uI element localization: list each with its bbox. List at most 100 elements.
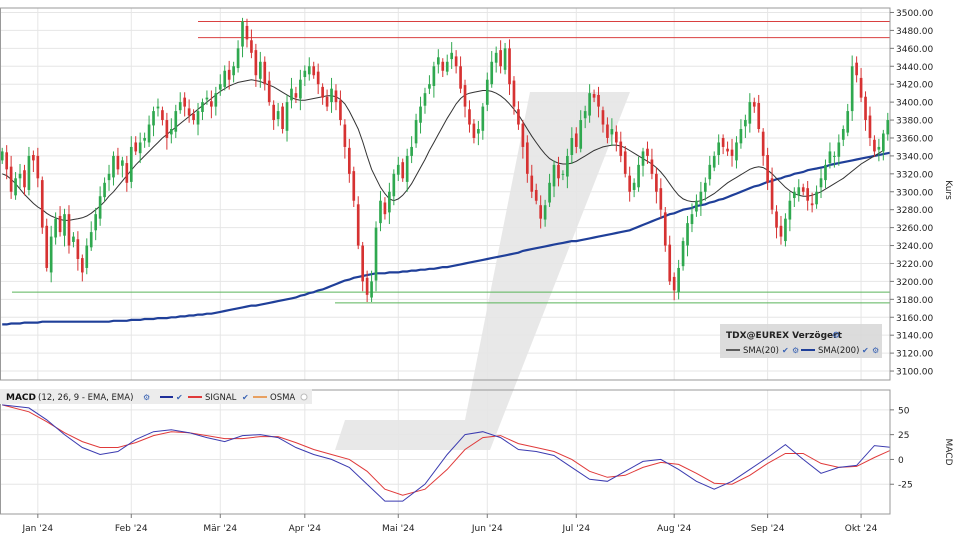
candle-body <box>663 212 667 246</box>
legend-sma20-settings-icon[interactable]: ⚙ <box>792 346 799 355</box>
candle-body <box>276 111 280 120</box>
candle-body <box>379 200 382 224</box>
candle-body <box>868 115 872 138</box>
candle-body <box>512 80 516 107</box>
candle-body <box>401 162 405 179</box>
candle-body <box>597 94 600 107</box>
candle-body <box>708 164 712 180</box>
candle-body <box>129 146 133 182</box>
candle-body <box>147 124 151 143</box>
candle-body <box>703 182 707 192</box>
x-tick-label: Jun '24 <box>471 524 503 534</box>
price-tick-label: 3280.00 <box>896 206 933 216</box>
legend-osma-toggle-icon[interactable] <box>300 393 308 401</box>
candle-body <box>169 129 173 135</box>
candle-body <box>223 70 227 87</box>
candle-body <box>103 182 106 198</box>
candle-body <box>503 48 507 70</box>
candle-body <box>32 155 35 161</box>
candle-body <box>517 109 520 125</box>
legend-sma20-check-icon[interactable]: ✔ <box>782 346 789 355</box>
candle-body <box>27 155 31 190</box>
legend-macd-check-icon[interactable]: ✔ <box>176 393 183 402</box>
candle-body <box>752 102 756 107</box>
candle-body <box>841 129 845 140</box>
chart-svg: 3100.00 3120.00 3140.00 3160.00 3180.00 3200.… <box>0 7 953 534</box>
candle-body <box>414 120 418 144</box>
candle-body <box>410 146 413 156</box>
candle-body <box>165 120 169 138</box>
legend-sma200-settings-icon[interactable]: ⚙ <box>872 346 879 355</box>
candle-body <box>477 129 480 134</box>
candle-body <box>686 223 689 246</box>
price-tick-label: 3180.00 <box>896 296 933 306</box>
candle-body <box>850 66 854 112</box>
price-tick-label: 3460.00 <box>896 45 933 55</box>
candle-body <box>761 131 765 156</box>
candle-body <box>254 50 258 76</box>
candle-body <box>72 236 75 242</box>
candle-body <box>485 79 489 105</box>
candle-body <box>623 151 627 174</box>
price-tick-label: 3320.00 <box>896 170 933 180</box>
legend-sma200-check-icon[interactable]: ✔ <box>862 346 869 355</box>
macd-legend: MACD (12, 26, 9 - EMA, EMA) ⚙ ✔ SIGNAL ✔… <box>0 389 312 404</box>
x-tick-label: Jul '24 <box>561 524 590 534</box>
candle-body <box>450 52 454 60</box>
candle-body <box>334 90 338 103</box>
candle-body <box>566 155 569 177</box>
candle-body <box>107 173 111 181</box>
candle-body <box>543 205 547 220</box>
x-tick-label: Aug '24 <box>657 524 692 534</box>
candle-body <box>574 133 578 147</box>
legend-signal-check-icon[interactable]: ✔ <box>242 393 249 402</box>
candle-body <box>881 133 885 152</box>
macd-tick-label: 25 <box>898 431 909 441</box>
candle-body <box>815 191 818 205</box>
candle-body <box>67 214 71 246</box>
candle-body <box>218 84 222 90</box>
candle-body <box>214 93 218 107</box>
x-tick-label: Okt '24 <box>845 524 878 534</box>
candle-body <box>792 191 796 199</box>
candle-body <box>330 88 333 103</box>
candle-body <box>797 187 801 196</box>
candle-body <box>632 182 636 190</box>
candle-body <box>54 218 57 238</box>
candle-body <box>646 148 649 156</box>
candle-body <box>267 80 271 103</box>
candle-body <box>347 147 351 174</box>
price-tick-label: 3160.00 <box>896 314 933 324</box>
candle-body <box>583 111 587 119</box>
candle-body <box>828 151 832 164</box>
candle-body <box>374 227 378 281</box>
candle-body <box>561 173 565 175</box>
candle-body <box>859 77 863 98</box>
candle-body <box>263 61 267 85</box>
candle-body <box>757 103 761 130</box>
price-tick-label: 3120.00 <box>896 350 933 360</box>
candle-body <box>352 171 356 201</box>
candle-body <box>5 152 9 170</box>
macd-settings-icon[interactable]: ⚙ <box>143 393 150 402</box>
candle-body <box>9 166 13 192</box>
candle-body <box>877 146 881 150</box>
candle-body <box>744 120 747 127</box>
candle-body <box>14 178 17 196</box>
candle-body <box>739 129 743 144</box>
candle-body <box>156 106 160 109</box>
instrument-settings-icon[interactable]: ⚙ <box>832 331 840 341</box>
candle-body <box>356 204 360 246</box>
candle-body <box>241 21 244 47</box>
candle-body <box>23 170 26 188</box>
price-tick-label: 3100.00 <box>896 368 933 378</box>
signal-line <box>2 404 890 496</box>
macd-tick-label: 0 <box>898 456 904 466</box>
candle-body <box>201 102 204 112</box>
candle-body <box>0 151 4 161</box>
candle-body <box>833 155 836 157</box>
price-legend: TDX@EUREX Verzögert ⚙ SMA(20) ✔ ⚙ SMA(20… <box>720 324 882 358</box>
candle-body <box>192 113 195 121</box>
candle-body <box>735 142 738 161</box>
candle-body <box>730 149 734 156</box>
